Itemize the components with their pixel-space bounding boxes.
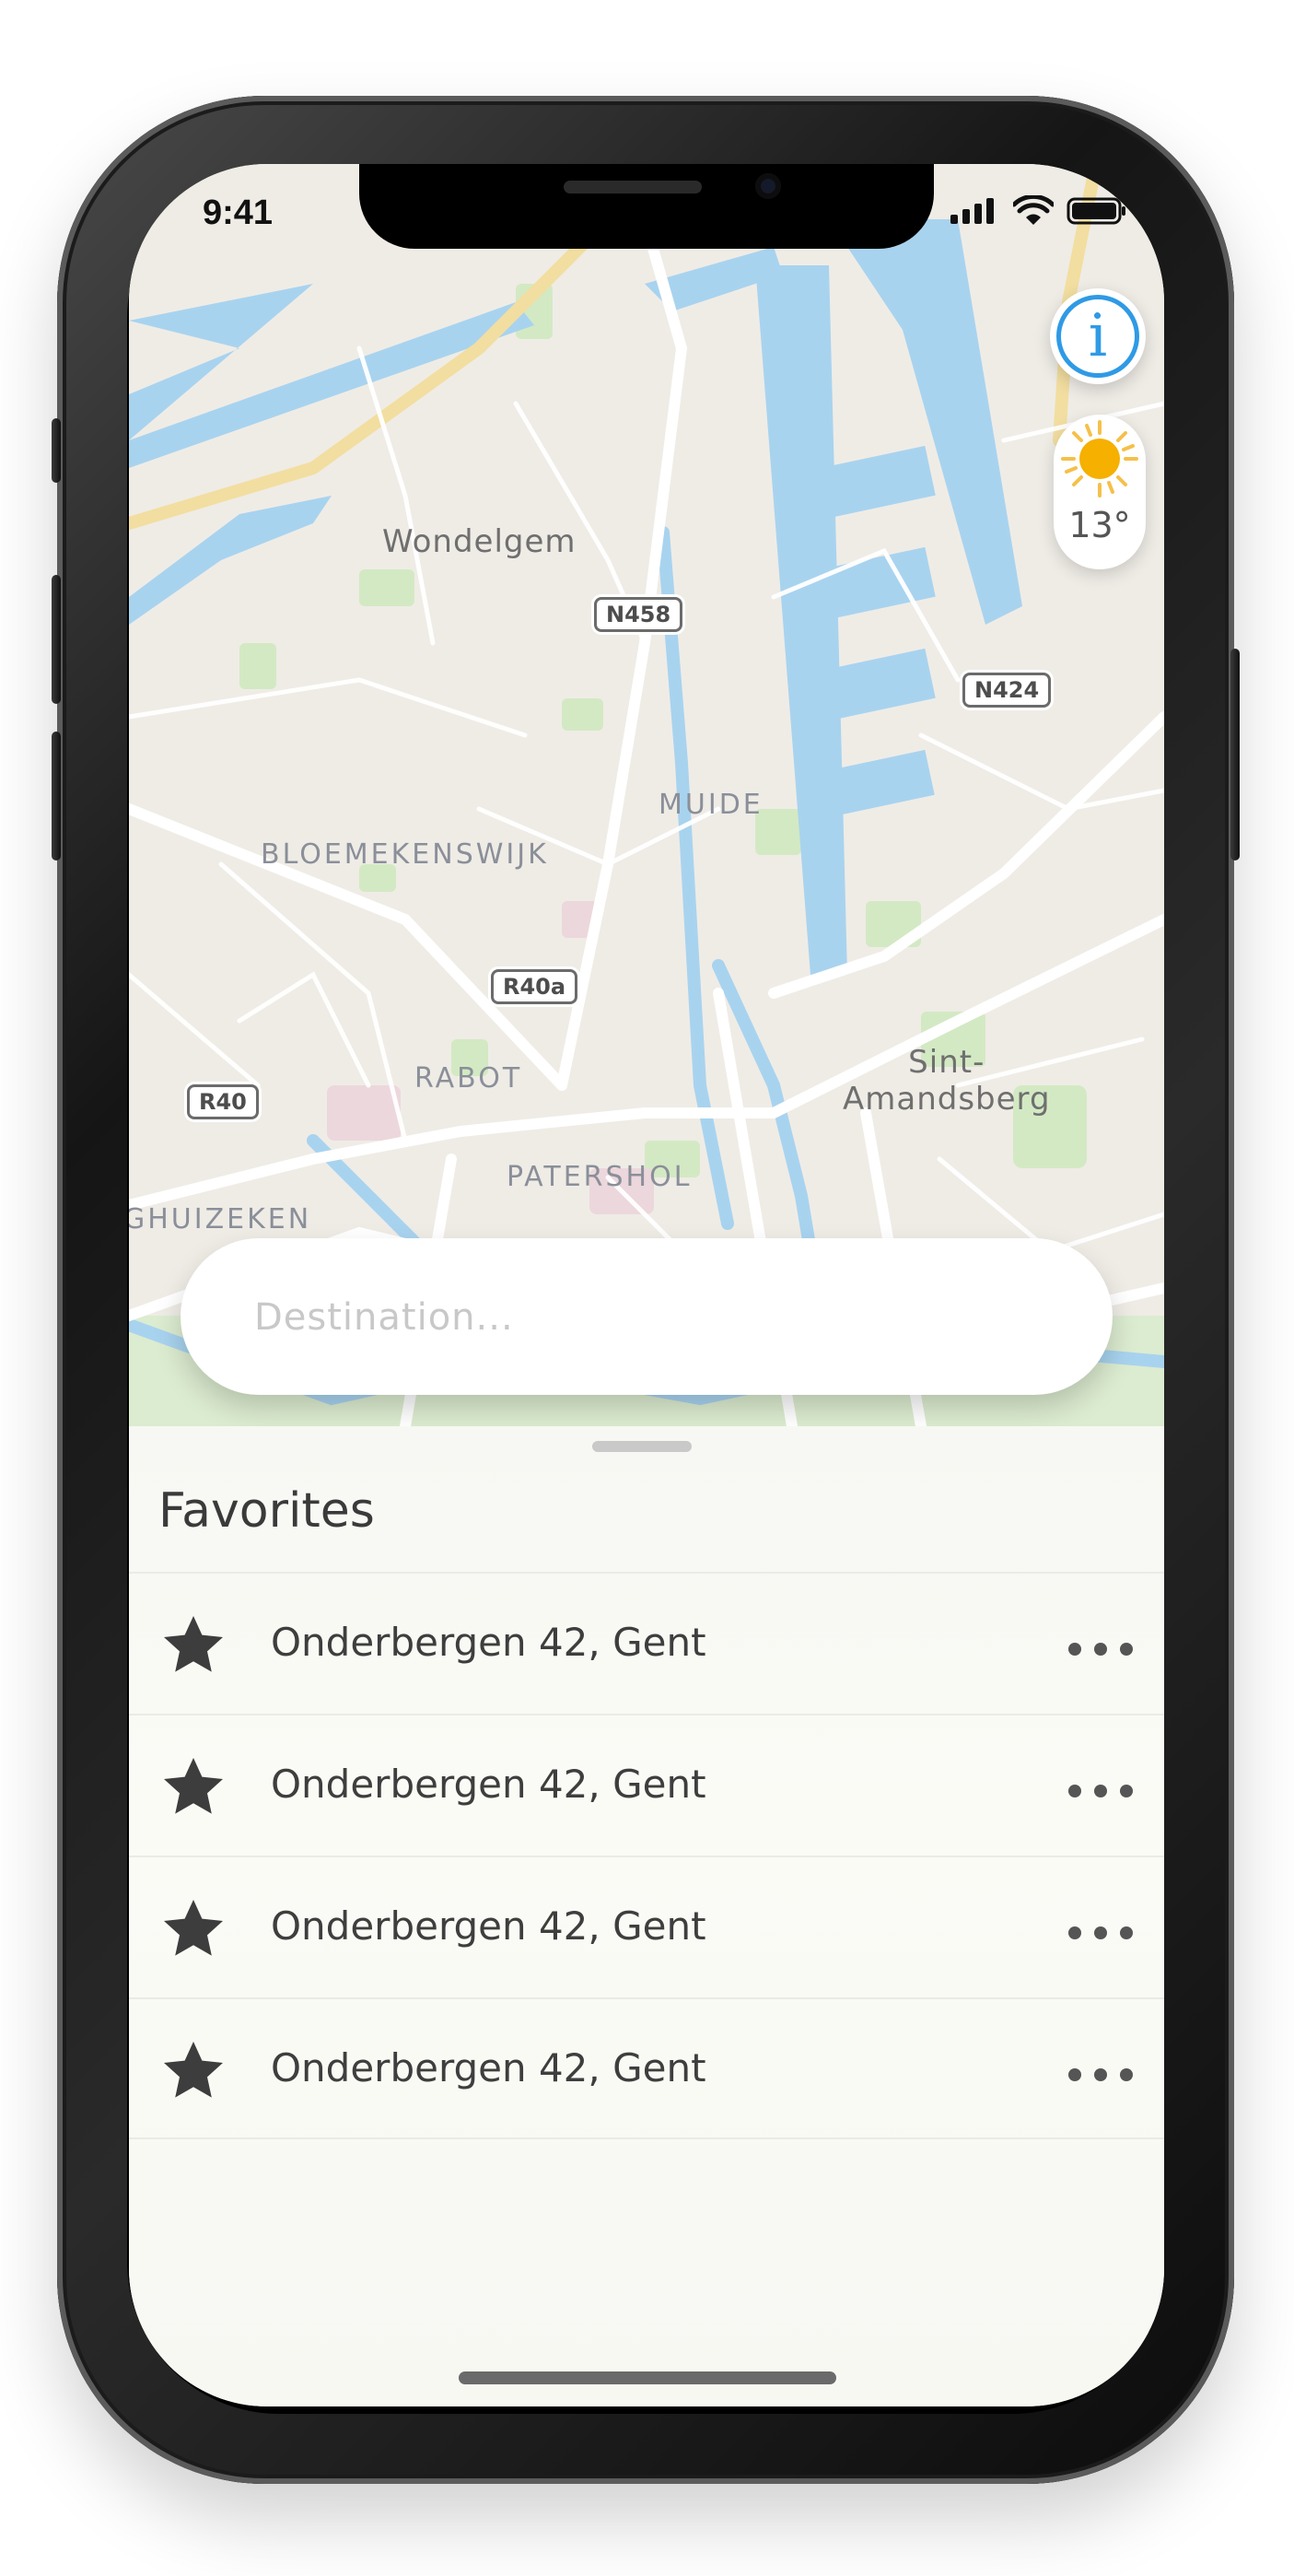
silent-switch: [52, 418, 61, 483]
more-icon[interactable]: [1068, 1640, 1133, 1658]
camera-icon: [755, 173, 781, 199]
favorite-label: Onderbergen 42, Gent: [271, 1903, 706, 1949]
favorite-item[interactable]: Onderbergen 42, Gent: [129, 1997, 1164, 2139]
favorites-list: Onderbergen 42, Gent Onderbergen 42, Gen…: [129, 1572, 1164, 2139]
star-icon: [164, 1900, 223, 1956]
status-icons: [949, 195, 1127, 227]
star-icon: [164, 2042, 223, 2098]
battery-icon: [1067, 197, 1125, 225]
destination-input[interactable]: [252, 1286, 1048, 1349]
status-time: 9:41: [203, 193, 274, 232]
favorite-label: Onderbergen 42, Gent: [271, 1762, 706, 1807]
info-button[interactable]: i: [1050, 288, 1146, 384]
sun-icon: [1061, 420, 1138, 498]
app-screen: Wondelgem Sint- Amandsberg MUIDE BLOEMEK…: [129, 164, 1164, 2406]
speaker-grille: [564, 181, 702, 193]
info-icon: i: [1056, 295, 1139, 378]
map-view[interactable]: Wondelgem Sint- Amandsberg MUIDE BLOEMEK…: [129, 164, 1164, 1426]
favorite-item[interactable]: Onderbergen 42, Gent: [129, 1714, 1164, 1856]
volume-down-button: [52, 732, 61, 861]
destination-search-bar[interactable]: [181, 1238, 1113, 1395]
star-icon: [164, 1616, 223, 1672]
more-icon[interactable]: [1068, 1782, 1133, 1800]
weather-widget[interactable]: 13°: [1054, 415, 1146, 569]
side-button: [1230, 649, 1240, 861]
favorite-item[interactable]: Onderbergen 42, Gent: [129, 1572, 1164, 1714]
map-district-label: RABOT: [414, 1062, 523, 1095]
map-district-label: MUIDE: [659, 789, 764, 821]
map-district-label: BLOEMEKENSWIJK: [261, 838, 549, 871]
home-indicator[interactable]: [459, 2371, 836, 2384]
road-shield: R40: [187, 1084, 259, 1119]
cellular-signal-icon: [950, 198, 994, 224]
more-icon[interactable]: [1068, 2066, 1133, 2084]
sheet-drag-handle[interactable]: [592, 1441, 692, 1452]
road-shield: N424: [962, 673, 1052, 708]
map-district-label: PATERSHOL: [507, 1161, 693, 1193]
volume-up-button: [52, 575, 61, 704]
weather-temperature: 13°: [1068, 505, 1131, 545]
road-shield: R40a: [491, 969, 578, 1004]
favorite-label: Onderbergen 42, Gent: [271, 2045, 706, 2090]
favorite-label: Onderbergen 42, Gent: [271, 1620, 706, 1665]
favorite-item[interactable]: Onderbergen 42, Gent: [129, 1856, 1164, 1997]
map-canvas: [129, 164, 1164, 1426]
more-icon[interactable]: [1068, 1924, 1133, 1942]
road-shield: N458: [594, 597, 683, 632]
map-place-label: Sint- Amandsberg: [843, 1044, 1051, 1118]
favorites-title: Favorites: [158, 1483, 375, 1539]
map-district-label: GHUIZEKEN: [129, 1203, 312, 1235]
wifi-icon: [1013, 195, 1054, 225]
favorites-sheet: Favorites Onderbergen 42, Gent Onderberg…: [129, 1426, 1164, 2406]
star-icon: [164, 1758, 223, 1814]
map-place-label: Wondelgem: [382, 523, 577, 560]
device-notch: [359, 164, 934, 249]
